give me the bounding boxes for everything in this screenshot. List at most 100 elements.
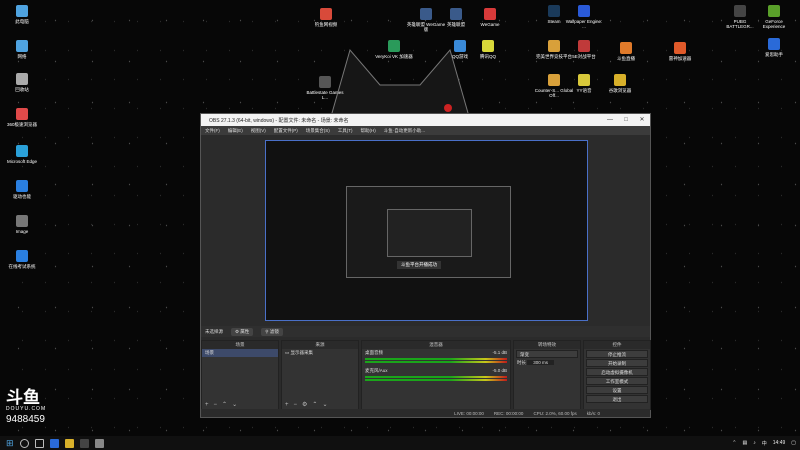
remove-icon[interactable]: − — [294, 402, 298, 408]
windows-start-icon[interactable]: ⊞ — [6, 438, 14, 449]
task-view-icon[interactable] — [34, 438, 44, 448]
app-icon — [578, 5, 590, 17]
transitions-dock: 转场特效 渐变 时长 300 ms — [513, 340, 581, 410]
app-icon — [674, 42, 686, 54]
start-recording-button[interactable]: 开始录制 — [586, 359, 648, 367]
up-icon[interactable]: ⌃ — [312, 401, 317, 408]
desktop-icon[interactable]: 爱思助手 — [754, 38, 794, 57]
desktop-icon[interactable]: 雷神加速器 — [660, 42, 700, 61]
menu-help[interactable]: 帮助(H) — [361, 128, 376, 134]
desktop-icon[interactable]: Image — [2, 215, 42, 234]
desktop-icon-label: Battlestate Games L... — [306, 90, 344, 100]
desktop-icon[interactable]: 驱动也能 — [2, 180, 42, 199]
app-icon — [734, 5, 746, 17]
menu-edit[interactable]: 编辑(E) — [228, 128, 243, 134]
desktop-icon-label: PUBG BATTLEGR... — [726, 19, 754, 29]
desktop-icon[interactable]: 此电脑 — [2, 5, 42, 24]
app-icon — [320, 8, 332, 20]
desktop-icon[interactable]: 在线考试系统 — [2, 250, 42, 269]
remove-icon[interactable]: − — [214, 402, 218, 408]
notification-icon[interactable]: ▢ — [791, 440, 796, 446]
desktop-icon[interactable]: 回收站 — [2, 73, 42, 92]
volume-icon[interactable]: ♪ — [753, 440, 756, 446]
scene-item[interactable]: 场景 — [202, 349, 278, 357]
desktop-icon[interactable]: 5E对战平台 — [564, 40, 604, 59]
desktop-icon-label: 5E对战平台 — [572, 54, 596, 59]
desktop-icon[interactable]: 腾讯QQ — [468, 40, 508, 59]
add-icon[interactable]: + — [285, 402, 289, 408]
menu-file[interactable]: 文件(F) — [205, 128, 220, 134]
desktop-icon[interactable]: Microsoft Edge — [2, 145, 42, 164]
nested-preview-inner — [387, 209, 472, 257]
app-icon — [484, 8, 496, 20]
desktop-icon[interactable]: 360极速浏览器 — [2, 108, 42, 127]
close-icon[interactable]: ✕ — [634, 114, 650, 126]
source-item[interactable]: ▭ 显示器采集 — [282, 349, 358, 357]
app-icon — [16, 73, 28, 85]
desktop-icon[interactable]: 斗鱼直播 — [606, 42, 646, 61]
app-icon — [614, 74, 626, 86]
douyu-watermark: 斗鱼 DOUYU.COM 9488459 — [6, 389, 46, 425]
preview-toast: 斗鱼平台开播成功 — [397, 261, 441, 269]
properties-button[interactable]: ⚙ 属性 — [231, 327, 254, 336]
menu-douyu-helper[interactable]: 斗鱼·自动更新小助... — [384, 128, 425, 134]
settings-button[interactable]: 设置 — [586, 386, 648, 394]
menu-view[interactable]: 视图(V) — [251, 128, 266, 134]
obs-preview[interactable]: 斗鱼平台开播成功 — [265, 140, 588, 321]
desktop-icon[interactable]: GeForce Experience — [754, 5, 794, 29]
sources-header: 来源 — [282, 341, 358, 349]
taskbar-app-icon[interactable] — [64, 438, 74, 448]
stop-streaming-button[interactable]: 停止推流 — [586, 350, 648, 358]
track-level: -5.1 dB — [492, 350, 507, 355]
desktop-icon[interactable]: 钓鱼网视频 — [306, 8, 346, 27]
no-source-label: 未选择源 — [205, 328, 223, 334]
mixer-track: 桌面音频 -5.1 dB — [362, 349, 510, 357]
desktop-icon-label: WeGame — [480, 22, 500, 27]
desktop-icon[interactable]: WeGame — [470, 8, 510, 27]
taskbar-app-icon[interactable] — [79, 438, 89, 448]
maximize-icon[interactable]: □ — [618, 114, 634, 126]
desktop-icon[interactable]: VeryKoi VK 加速器 — [374, 40, 414, 59]
app-icon — [16, 40, 28, 52]
desktop-icon[interactable]: Battlestate Games L... — [305, 76, 345, 100]
virtual-camera-button[interactable]: 启动虚拟摄像机 — [586, 368, 648, 376]
taskbar-app-icon[interactable] — [94, 438, 104, 448]
taskbar-app-icon[interactable] — [49, 438, 59, 448]
obs-titlebar[interactable]: OBS 27.1.3 (64-bit, windows) - 配置文件: 未命名… — [201, 114, 650, 126]
search-icon[interactable] — [19, 438, 29, 448]
desktop-icon[interactable]: 网络 — [2, 40, 42, 59]
mixer-header: 混音器 — [362, 341, 510, 349]
filters-label: 滤镜 — [269, 328, 279, 334]
network-icon[interactable]: ▤ — [743, 440, 748, 446]
up-icon[interactable]: ⌃ — [222, 401, 227, 408]
studio-mode-button[interactable]: 工作室模式 — [586, 377, 648, 385]
down-icon[interactable]: ⌄ — [322, 401, 327, 408]
desktop-icon-label: Wallpaper Engine: ... — [565, 19, 603, 29]
taskbar: ⊞ ⌃ ▤ ♪ 中 14:49 ▢ — [0, 436, 800, 450]
menu-scene-collection[interactable]: 场景集合(S) — [306, 128, 330, 134]
rec-timer: REC: 00:00:00 — [493, 410, 524, 416]
tray-chevron-icon[interactable]: ⌃ — [732, 440, 736, 446]
controls-header: 控件 — [584, 341, 650, 349]
douyu-logo: 斗鱼 — [6, 388, 40, 407]
desktop-icon[interactable]: YY语音 — [564, 74, 604, 93]
live-timer: LIVE: 00:00:00 — [454, 410, 484, 416]
clock[interactable]: 14:49 — [773, 440, 786, 446]
duration-input[interactable]: 300 ms — [527, 360, 555, 365]
desktop-icon[interactable]: 谷歌浏览器 — [600, 74, 640, 93]
menu-profile[interactable]: 配置文件(P) — [274, 128, 298, 134]
obs-title: OBS 27.1.3 (64-bit, windows) - 配置文件: 未命名… — [209, 117, 349, 124]
desktop-icon-label: 网络 — [17, 54, 27, 59]
exit-button[interactable]: 退出 — [586, 395, 648, 403]
menu-tools[interactable]: 工具(T) — [338, 128, 353, 134]
app-icon — [548, 74, 560, 86]
obs-window[interactable]: OBS 27.1.3 (64-bit, windows) - 配置文件: 未命名… — [200, 113, 651, 418]
filters-button[interactable]: ⚲ 滤镜 — [261, 327, 283, 336]
ime-indicator[interactable]: 中 — [762, 440, 767, 447]
transition-select[interactable]: 渐变 — [516, 350, 578, 358]
desktop-icon[interactable]: Wallpaper Engine: ... — [564, 5, 604, 29]
down-icon[interactable]: ⌄ — [232, 401, 237, 408]
minimize-icon[interactable]: — — [602, 114, 618, 126]
gear-icon[interactable]: ⚙ — [302, 401, 307, 408]
add-icon[interactable]: + — [205, 402, 209, 408]
